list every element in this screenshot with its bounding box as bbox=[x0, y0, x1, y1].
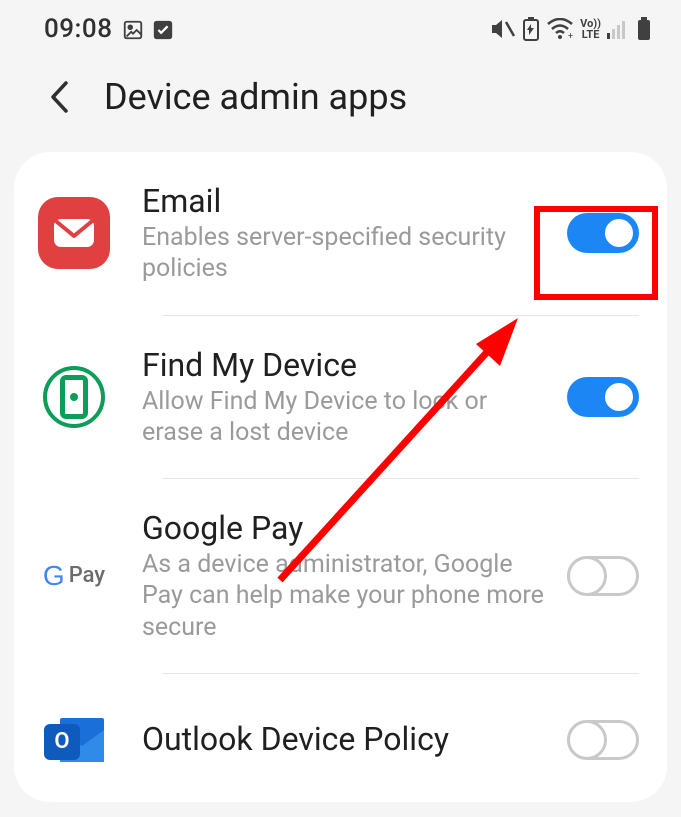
toggle-outlook[interactable] bbox=[567, 720, 639, 760]
battery-icon bbox=[637, 17, 651, 41]
image-icon bbox=[122, 18, 144, 40]
app-desc: Allow Find My Device to lock or erase a … bbox=[142, 386, 551, 449]
app-title: Find My Device bbox=[142, 346, 551, 384]
toggle-google-pay[interactable] bbox=[567, 556, 639, 596]
google-pay-icon: GPay bbox=[38, 540, 110, 612]
wifi-icon: + bbox=[546, 18, 574, 40]
svg-text:+: + bbox=[568, 32, 573, 40]
app-title: Outlook Device Policy bbox=[142, 720, 551, 758]
email-icon bbox=[38, 197, 110, 269]
find-my-device-icon bbox=[38, 361, 110, 433]
status-left: 09:08 bbox=[44, 14, 174, 44]
status-bar: 09:08 + Vo))LTE bbox=[0, 0, 681, 54]
header: Device admin apps bbox=[0, 54, 681, 152]
app-title: Email bbox=[142, 182, 551, 220]
app-row-email[interactable]: Email Enables server-specified security … bbox=[14, 152, 667, 315]
app-desc: Enables server-specified security polici… bbox=[142, 222, 551, 285]
checkbox-icon bbox=[152, 18, 174, 40]
back-button[interactable] bbox=[42, 80, 76, 114]
app-desc: As a device administrator, Google Pay ca… bbox=[142, 549, 551, 643]
mute-icon bbox=[490, 18, 516, 40]
status-right: + Vo))LTE bbox=[490, 17, 651, 41]
page-title: Device admin apps bbox=[104, 76, 407, 118]
toggle-email[interactable] bbox=[567, 213, 639, 253]
clock: 09:08 bbox=[44, 14, 112, 44]
app-row-google-pay[interactable]: GPay Google Pay As a device administrato… bbox=[14, 479, 667, 673]
app-row-outlook[interactable]: O Outlook Device Policy bbox=[14, 674, 667, 802]
app-row-find-my-device[interactable]: Find My Device Allow Find My Device to l… bbox=[14, 316, 667, 479]
apps-card: Email Enables server-specified security … bbox=[14, 152, 667, 802]
toggle-find-my-device[interactable] bbox=[567, 377, 639, 417]
battery-saver-icon bbox=[522, 17, 540, 41]
volte-icon: Vo))LTE bbox=[580, 18, 601, 40]
outlook-icon: O bbox=[38, 704, 110, 776]
chevron-left-icon bbox=[48, 80, 70, 114]
app-title: Google Pay bbox=[142, 509, 551, 547]
signal-icon bbox=[607, 19, 631, 39]
